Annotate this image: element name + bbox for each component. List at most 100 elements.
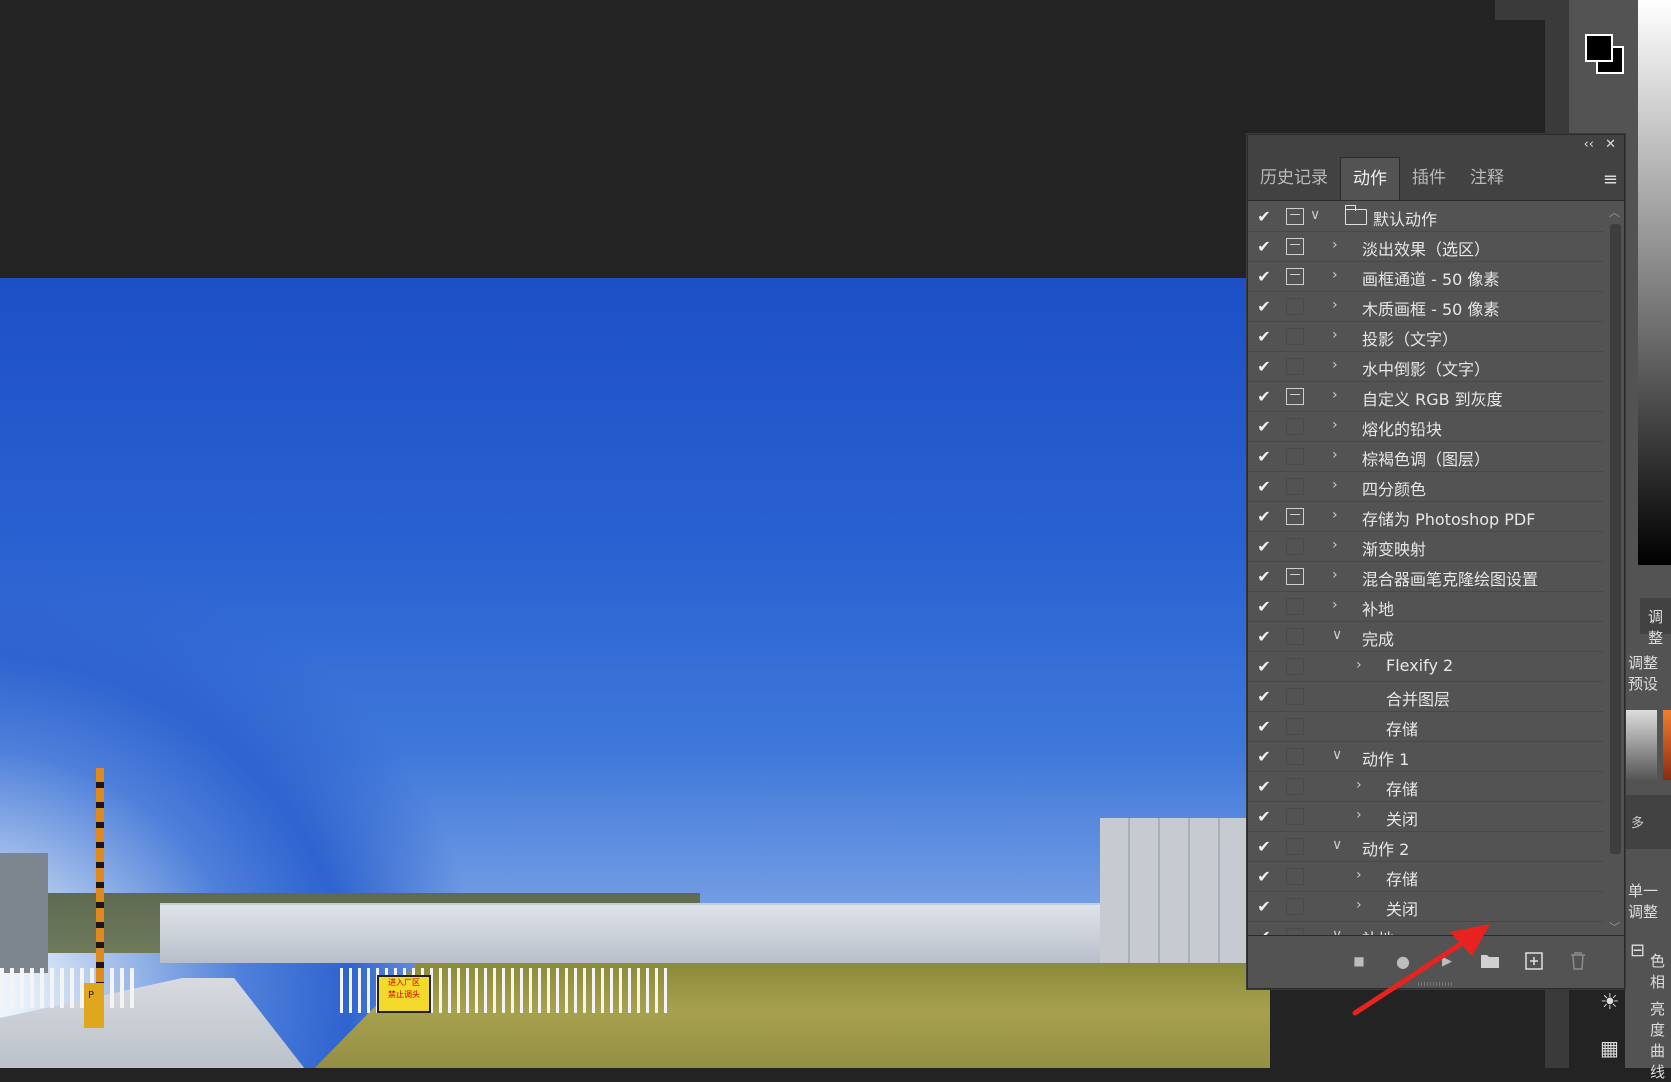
action-row[interactable]: ✔ › 渐变映射 bbox=[1248, 532, 1603, 562]
action-row[interactable]: ✔ › 淡出效果（选区） bbox=[1248, 232, 1603, 262]
chevron-down-icon[interactable]: ∨ bbox=[1310, 207, 1320, 223]
brightness-icon[interactable]: ☀ bbox=[1600, 990, 1620, 1015]
action-row[interactable]: ✔ › 存储 bbox=[1248, 772, 1603, 802]
action-row[interactable]: ✔ › 关闭 bbox=[1248, 802, 1603, 832]
toggle-item-checkmark-icon[interactable]: ✔ bbox=[1248, 207, 1280, 226]
chevron-right-icon[interactable]: › bbox=[1356, 777, 1362, 793]
canvas-scroll-up[interactable] bbox=[1495, 0, 1545, 20]
tab-notes[interactable]: 注释 bbox=[1458, 157, 1516, 200]
action-row[interactable]: ✔ ∨ 动作 1 bbox=[1248, 742, 1603, 772]
scroll-down-icon[interactable]: ﹀ bbox=[1609, 919, 1620, 935]
chevron-right-icon[interactable]: › bbox=[1332, 297, 1338, 313]
toggle-dialog-icon[interactable] bbox=[1286, 688, 1304, 705]
foreground-color-swatch[interactable] bbox=[1585, 34, 1613, 62]
toggle-item-checkmark-icon[interactable]: ✔ bbox=[1248, 657, 1280, 676]
chevron-right-icon[interactable]: › bbox=[1356, 897, 1362, 913]
toggle-item-checkmark-icon[interactable]: ✔ bbox=[1248, 897, 1280, 916]
chevron-right-icon[interactable]: › bbox=[1332, 567, 1338, 583]
chevron-right-icon[interactable]: › bbox=[1332, 507, 1338, 523]
action-row[interactable]: ✔ › 画框通道 - 50 像素 bbox=[1248, 262, 1603, 292]
toggle-item-checkmark-icon[interactable]: ✔ bbox=[1248, 807, 1280, 826]
action-row[interactable]: ✔ › 棕褐色调（图层） bbox=[1248, 442, 1603, 472]
chevron-down-icon[interactable]: ∨ bbox=[1332, 747, 1342, 763]
tab-history[interactable]: 历史记录 bbox=[1248, 157, 1340, 200]
toggle-item-checkmark-icon[interactable]: ✔ bbox=[1248, 297, 1280, 316]
toggle-dialog-icon[interactable] bbox=[1286, 628, 1304, 645]
toggle-item-checkmark-icon[interactable]: ✔ bbox=[1248, 387, 1280, 406]
toggle-item-checkmark-icon[interactable]: ✔ bbox=[1248, 327, 1280, 346]
toggle-dialog-icon[interactable] bbox=[1286, 328, 1304, 345]
action-row[interactable]: ✔ 合并图层 bbox=[1248, 682, 1603, 712]
toggle-item-checkmark-icon[interactable]: ✔ bbox=[1248, 627, 1280, 646]
action-row[interactable]: ✔ ∨ 动作 2 bbox=[1248, 832, 1603, 862]
toggle-item-checkmark-icon[interactable]: ✔ bbox=[1248, 687, 1280, 706]
toggle-dialog-icon[interactable] bbox=[1286, 718, 1304, 735]
close-panel-icon[interactable]: ✕ bbox=[1605, 137, 1616, 152]
chevron-right-icon[interactable]: › bbox=[1356, 657, 1362, 673]
toggle-item-checkmark-icon[interactable]: ✔ bbox=[1248, 837, 1280, 856]
preset-thumbnail-bw[interactable] bbox=[1625, 710, 1657, 780]
action-row[interactable]: ✔ › 存储 bbox=[1248, 862, 1603, 892]
adj-item-label-1[interactable]: 亮度 bbox=[1650, 998, 1671, 1040]
toggle-item-checkmark-icon[interactable]: ✔ bbox=[1248, 237, 1280, 256]
chevron-right-icon[interactable]: › bbox=[1332, 357, 1338, 373]
toggle-dialog-icon[interactable] bbox=[1286, 208, 1304, 225]
scroll-up-icon[interactable]: ︿ bbox=[1609, 204, 1620, 220]
toggle-dialog-icon[interactable] bbox=[1286, 268, 1304, 285]
toggle-dialog-icon[interactable] bbox=[1286, 808, 1304, 825]
tab-actions[interactable]: 动作 bbox=[1340, 157, 1400, 200]
panel-menu-icon[interactable]: ≡ bbox=[1603, 169, 1618, 190]
chevron-right-icon[interactable]: › bbox=[1356, 807, 1362, 823]
action-row[interactable]: ✔ › 存储为 Photoshop PDF bbox=[1248, 502, 1603, 532]
toggle-item-checkmark-icon[interactable]: ✔ bbox=[1248, 417, 1280, 436]
toggle-item-checkmark-icon[interactable]: ✔ bbox=[1248, 867, 1280, 886]
toggle-dialog-icon[interactable] bbox=[1286, 418, 1304, 435]
collapse-panel-icon[interactable]: ‹‹ bbox=[1584, 137, 1594, 152]
action-row[interactable]: ✔ › 木质画框 - 50 像素 bbox=[1248, 292, 1603, 322]
action-row[interactable]: ✔ › 熔化的铅块 bbox=[1248, 412, 1603, 442]
toggle-item-checkmark-icon[interactable]: ✔ bbox=[1248, 567, 1280, 586]
toggle-item-checkmark-icon[interactable]: ✔ bbox=[1248, 747, 1280, 766]
scroll-thumb[interactable] bbox=[1610, 224, 1621, 854]
toggle-dialog-icon[interactable] bbox=[1286, 778, 1304, 795]
toggle-dialog-icon[interactable] bbox=[1286, 448, 1304, 465]
adj-item-label-0[interactable]: 色相 bbox=[1650, 950, 1671, 992]
action-row[interactable]: ✔ › 投影（文字） bbox=[1248, 322, 1603, 352]
action-row[interactable]: ✔ ∨ 完成 bbox=[1248, 622, 1603, 652]
toggle-dialog-icon[interactable] bbox=[1286, 568, 1304, 585]
chevron-down-icon[interactable]: ∨ bbox=[1332, 627, 1342, 643]
color-picker-gradient[interactable] bbox=[1638, 0, 1671, 565]
toggle-dialog-icon[interactable] bbox=[1286, 598, 1304, 615]
action-row[interactable]: ✔ › 水中倒影（文字） bbox=[1248, 352, 1603, 382]
toggle-dialog-icon[interactable] bbox=[1286, 748, 1304, 765]
chevron-right-icon[interactable]: › bbox=[1332, 447, 1338, 463]
tab-plugins[interactable]: 插件 bbox=[1400, 157, 1458, 200]
toggle-dialog-icon[interactable] bbox=[1286, 868, 1304, 885]
action-row[interactable]: ✔ › 自定义 RGB 到灰度 bbox=[1248, 382, 1603, 412]
chevron-right-icon[interactable]: › bbox=[1332, 477, 1338, 493]
toggle-dialog-icon[interactable] bbox=[1286, 658, 1304, 675]
chevron-right-icon[interactable]: › bbox=[1332, 327, 1338, 343]
toggle-item-checkmark-icon[interactable]: ✔ bbox=[1248, 507, 1280, 526]
delete-button[interactable] bbox=[1566, 949, 1590, 973]
action-row[interactable]: ✔ › 四分颜色 bbox=[1248, 472, 1603, 502]
toggle-item-checkmark-icon[interactable]: ✔ bbox=[1248, 477, 1280, 496]
toggle-item-checkmark-icon[interactable]: ✔ bbox=[1248, 717, 1280, 736]
toggle-item-checkmark-icon[interactable]: ✔ bbox=[1248, 597, 1280, 616]
toggle-item-checkmark-icon[interactable]: ✔ bbox=[1248, 267, 1280, 286]
toggle-dialog-icon[interactable] bbox=[1286, 838, 1304, 855]
panel-header-bar[interactable]: ‹‹ ✕ bbox=[1248, 135, 1624, 157]
toggle-item-checkmark-icon[interactable]: ✔ bbox=[1248, 357, 1280, 376]
new-action-button[interactable] bbox=[1522, 949, 1546, 973]
action-row[interactable]: ✔ › 补地 bbox=[1248, 592, 1603, 622]
action-row[interactable]: ✔ 存储 bbox=[1248, 712, 1603, 742]
chevron-right-icon[interactable]: › bbox=[1332, 417, 1338, 433]
actions-scrollbar[interactable]: ︿ ﹀ bbox=[1606, 202, 1624, 937]
toggle-item-checkmark-icon[interactable]: ✔ bbox=[1248, 537, 1280, 556]
chevron-down-icon[interactable]: ∨ bbox=[1332, 837, 1342, 853]
chevron-right-icon[interactable]: › bbox=[1356, 867, 1362, 883]
toggle-dialog-icon[interactable] bbox=[1286, 298, 1304, 315]
color-balance-icon[interactable]: ⊟ bbox=[1630, 940, 1645, 961]
chevron-right-icon[interactable]: › bbox=[1332, 237, 1338, 253]
toggle-dialog-icon[interactable] bbox=[1286, 898, 1304, 915]
